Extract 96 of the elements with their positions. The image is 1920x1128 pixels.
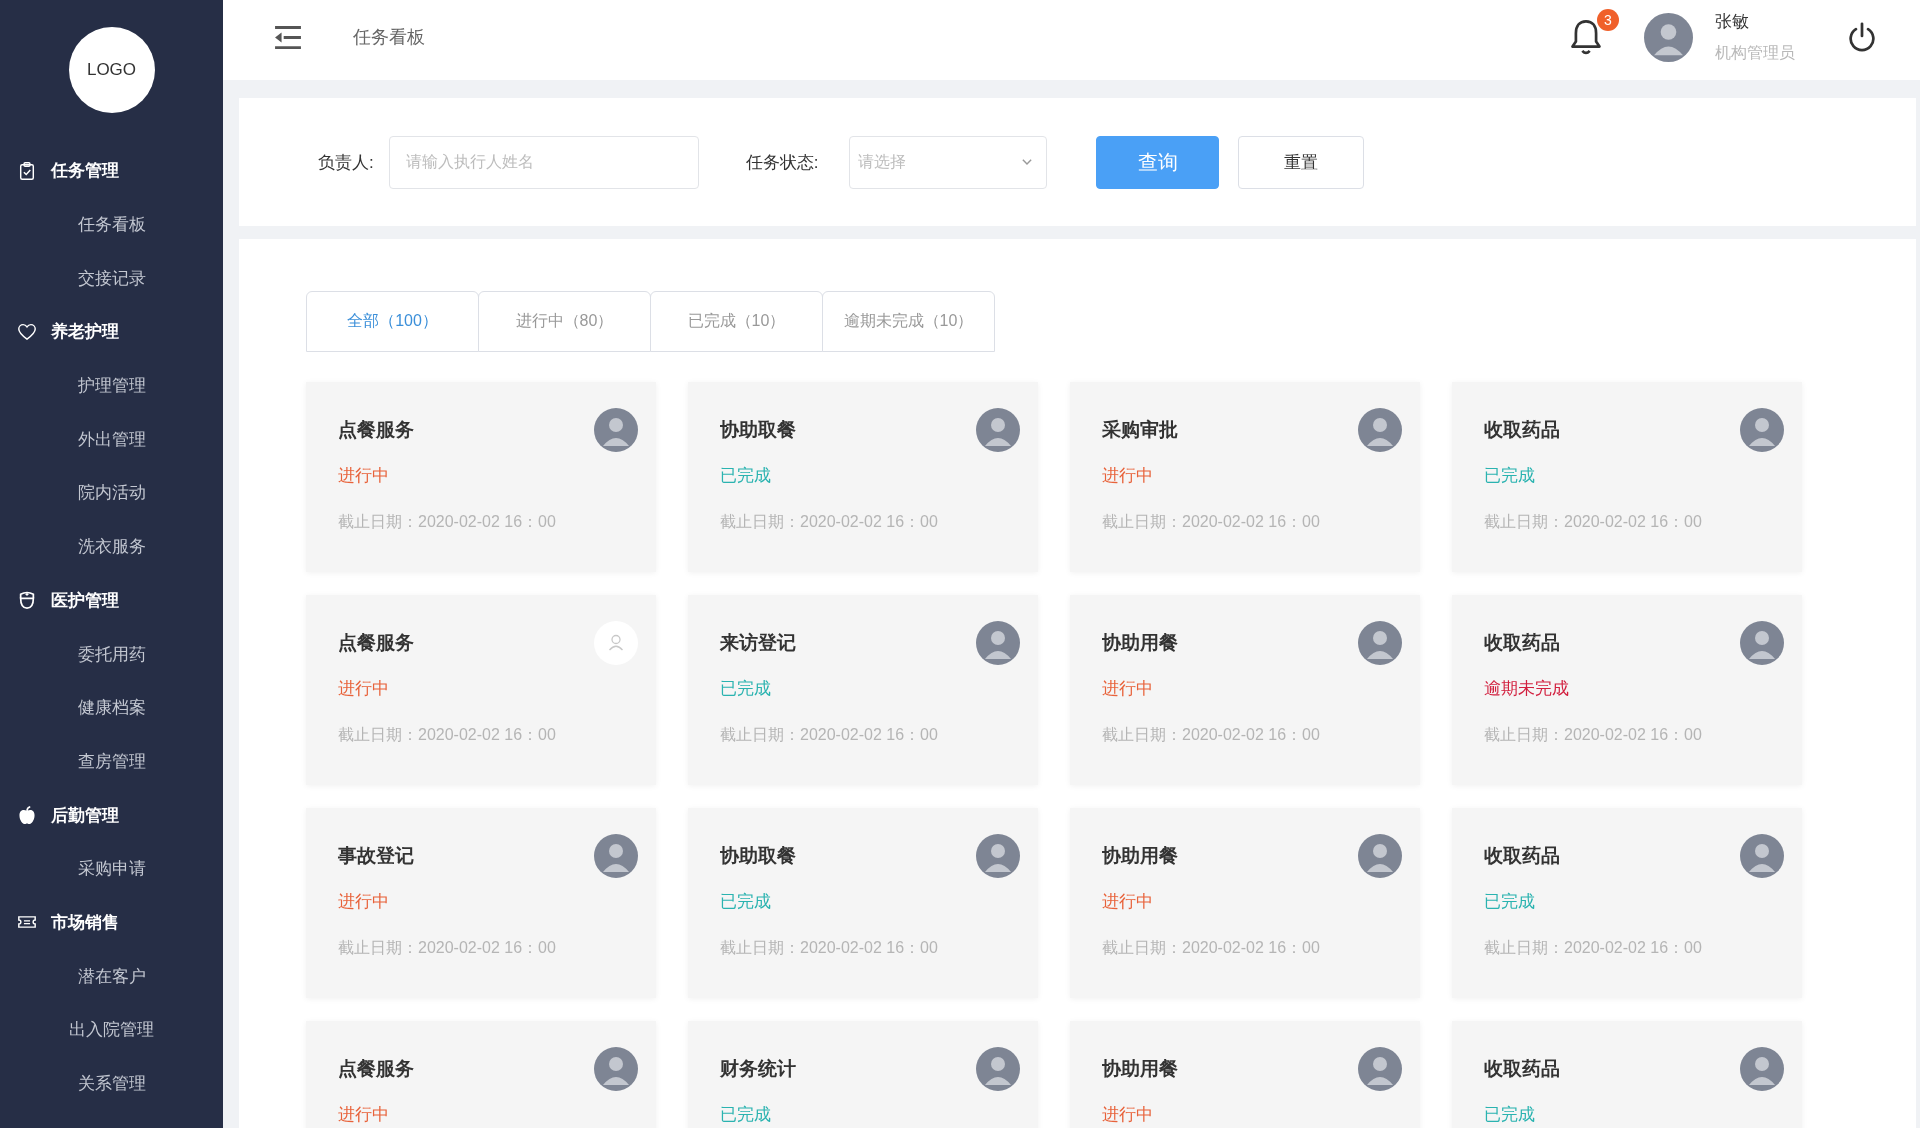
task-card[interactable]: 协助用餐 进行中 截止日期：2020-02-02 16：00 [1070,808,1420,998]
task-status: 进行中 [1102,1104,1153,1126]
tab[interactable]: 全部（100） [306,291,479,352]
task-card[interactable]: 协助用餐 进行中 [1070,1021,1420,1128]
menu-item[interactable]: 护理管理 [77,374,146,398]
task-deadline: 截止日期：2020-02-02 16：00 [1484,512,1702,532]
task-title: 事故登记 [338,844,414,868]
task-card[interactable]: 采购审批 进行中 截止日期：2020-02-02 16：00 [1070,382,1420,572]
task-status: 已完成 [1484,465,1535,487]
menu-group-label[interactable]: 后勤管理 [51,803,119,827]
chevron-down-icon [1022,159,1033,165]
menu-item[interactable]: 出入院管理 [69,1018,154,1042]
task-status: 进行中 [338,1104,389,1126]
menu-group-label[interactable]: 任务管理 [51,159,119,183]
task-card[interactable]: 点餐服务 进行中 [306,1021,656,1128]
logo[interactable]: LOGO [68,27,155,113]
menu-group-label[interactable]: 养老护理 [51,320,119,344]
task-deadline: 截止日期：2020-02-02 16：00 [338,938,556,958]
page-title: 任务看板 [353,26,425,49]
task-title: 收取药品 [1484,418,1560,442]
nurse-icon [18,591,36,610]
reset-button[interactable]: 重置 [1238,135,1365,189]
menu-item[interactable]: 健康档案 [77,696,146,720]
task-card[interactable]: 收取药品 逾期未完成 截止日期：2020-02-02 16：00 [1452,595,1802,785]
task-status: 已完成 [720,678,771,700]
task-title: 点餐服务 [338,631,414,655]
bell-icon[interactable] [1571,19,1601,55]
task-deadline: 截止日期：2020-02-02 16：00 [720,938,938,958]
apple-icon [18,806,36,825]
task-title: 来访登记 [720,631,796,655]
menu-item[interactable]: 潜在客户 [77,964,146,988]
task-deadline: 截止日期：2020-02-02 16：00 [720,512,938,532]
task-status: 已完成 [1484,891,1535,913]
task-status: 进行中 [338,891,389,913]
task-deadline: 截止日期：2020-02-02 16：00 [1102,938,1320,958]
task-deadline: 截止日期：2020-02-02 16：00 [720,725,938,745]
task-card[interactable]: 财务统计 已完成 [688,1021,1038,1128]
task-title: 点餐服务 [338,1057,414,1081]
user-role: 机构管理员 [1715,42,1795,63]
task-title: 协助用餐 [1102,631,1178,655]
task-deadline: 截止日期：2020-02-02 16：00 [338,725,556,745]
task-card[interactable]: 收取药品 已完成 截止日期：2020-02-02 16：00 [1452,382,1802,572]
task-status: 进行中 [1102,678,1153,700]
task-card[interactable]: 来访登记 已完成 截止日期：2020-02-02 16：00 [688,595,1038,785]
task-title: 采购审批 [1102,418,1178,442]
task-status: 已完成 [1484,1104,1535,1126]
input-field[interactable]: 请输入执行人姓名 [388,135,699,189]
task-card[interactable]: 事故登记 进行中 截止日期：2020-02-02 16：00 [306,808,656,998]
task-deadline: 截止日期：2020-02-02 16：00 [1484,938,1702,958]
task-status: 已完成 [720,891,771,913]
task-deadline: 截止日期：2020-02-02 16：00 [338,512,556,532]
clipboard-check-icon [18,161,36,180]
task-status: 逾期未完成 [1484,678,1569,700]
task-card[interactable]: 协助取餐 已完成 截止日期：2020-02-02 16：00 [688,382,1038,572]
task-title: 收取药品 [1484,631,1560,655]
task-title: 点餐服务 [338,418,414,442]
menu-item[interactable]: 采购申请 [77,857,146,881]
menu-item[interactable]: 院内活动 [77,481,146,505]
task-title: 协助用餐 [1102,1057,1178,1081]
task-deadline: 截止日期：2020-02-02 16：00 [1102,725,1320,745]
task-status: 已完成 [720,1104,771,1126]
menu-group-label[interactable]: 市场销售 [51,910,119,934]
task-card[interactable]: 协助取餐 已完成 截止日期：2020-02-02 16：00 [688,808,1038,998]
task-card[interactable]: 收取药品 已完成 截止日期：2020-02-02 16：00 [1452,808,1802,998]
menu-item[interactable]: 外出管理 [77,427,146,451]
power-icon[interactable] [1849,22,1875,52]
task-title: 收取药品 [1484,1057,1560,1081]
heart-icon [18,322,36,341]
task-deadline: 截止日期：2020-02-02 16：00 [1102,512,1320,532]
task-status: 进行中 [1102,891,1153,913]
menu-item[interactable]: 关系管理 [77,1072,146,1096]
menu-item[interactable]: 委托用药 [77,642,146,666]
task-title: 协助取餐 [720,418,796,442]
task-card[interactable]: 协助用餐 进行中 截止日期：2020-02-02 16：00 [1070,595,1420,785]
menu-toggle-icon[interactable] [275,25,301,49]
task-title: 协助用餐 [1102,844,1178,868]
task-status: 进行中 [1102,465,1153,487]
task-title: 财务统计 [720,1057,796,1081]
menu-item[interactable]: 任务看板 [77,213,146,237]
task-card[interactable]: 收取药品 已完成 [1452,1021,1802,1128]
menu-group-label[interactable]: 医护管理 [51,588,119,612]
task-title: 协助取餐 [720,844,796,868]
task-card[interactable]: 点餐服务 进行中 截止日期：2020-02-02 16：00 [306,382,656,572]
task-status: 已完成 [720,465,771,487]
task-title: 收取药品 [1484,844,1560,868]
menu-item[interactable]: 查房管理 [77,749,146,773]
menu-item[interactable]: 交接记录 [77,266,146,290]
task-deadline: 截止日期：2020-02-02 16：00 [1484,725,1702,745]
task-card[interactable]: 点餐服务 进行中 截止日期：2020-02-02 16：00 [306,595,656,785]
field-label: 负责人: [318,151,374,174]
user-name[interactable]: 张敏 [1715,9,1749,34]
task-status: 进行中 [338,678,389,700]
field-label: 任务状态: [745,151,819,174]
task-status: 进行中 [338,465,389,487]
menu-item[interactable]: 洗衣服务 [77,535,146,559]
notification-badge: 3 [1597,8,1619,31]
